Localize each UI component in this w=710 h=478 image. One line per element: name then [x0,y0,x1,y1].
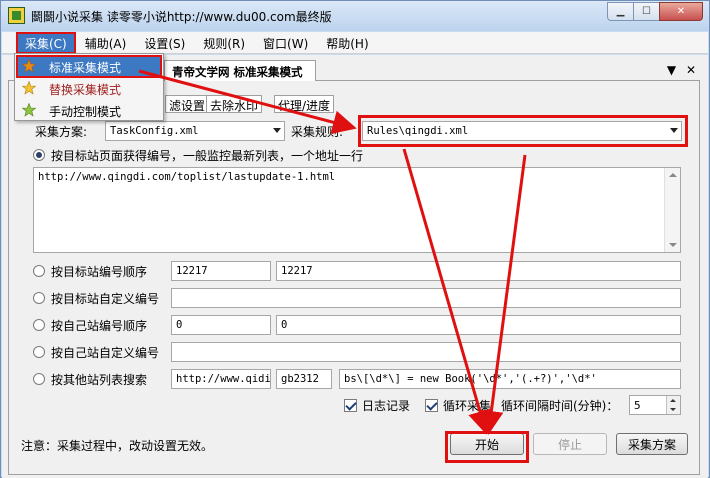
log-checkbox[interactable] [344,399,357,412]
menu-rules[interactable]: 规则(R) [194,32,254,54]
app-window: 鬬鬬小说采集 读零零小说http://www.du00.com最终版 ▁ ☐ ✕… [0,0,710,478]
interval-value: 5 [634,399,641,412]
document-tab-controls: ▼ ✕ [667,63,696,77]
menu-item-label: 手动控制模式 [49,105,122,119]
menu-assist[interactable]: 辅助(A) [76,32,136,54]
tab-proxy-progress[interactable]: 代理/进度 [274,95,335,113]
menu-window[interactable]: 窗口(W) [254,32,317,54]
menu-bar: 采集(C) 辅助(A) 设置(S) 规则(R) 窗口(W) 帮助(H) [2,32,708,54]
radio-own-custom[interactable] [33,346,45,358]
menu-collect[interactable]: 采集(C) [16,32,76,54]
target-custom-input[interactable] [171,288,681,308]
close-icon[interactable]: ✕ [659,2,703,21]
target-custom-label: 按目标站自定义编号 [51,292,160,306]
radio-target-seq[interactable] [33,265,45,277]
loop-label: 循环采集 [443,399,492,413]
other-search-label: 按其他站列表搜索 [51,373,148,387]
tab-qingdi-standard[interactable]: 青帝文学网 标准采集模式 [164,60,316,81]
interval-spinner[interactable]: 5 [629,395,681,415]
list-mode-label: 按目标站页面获得编号，一般监控最新列表，一个地址一行 [51,149,364,163]
target-seq-label: 按目标站编号顺序 [51,265,148,279]
target-seq-to-input[interactable]: 12217 [276,261,681,281]
interval-label: 循环间隔时间(分钟)： [501,399,619,413]
spinner-buttons[interactable] [666,396,680,414]
menu-help[interactable]: 帮助(H) [317,32,377,54]
window-title: 鬬鬬小说采集 读零零小说http://www.du00.com最终版 [31,10,332,24]
rule-select[interactable]: Rules\qingdi.xml [362,121,682,141]
tab-filter-settings[interactable]: 滤设置 [165,95,210,113]
notice-text: 注意：采集过程中，改动设置无效。 [21,439,214,453]
collect-menu-dropdown: 标准采集模式 替换采集模式 手动控制模式 [14,53,164,121]
tab-list-icon[interactable]: ▼ [667,63,676,77]
chevron-down-icon [273,128,281,133]
menu-item-label: 替换采集模式 [49,83,122,97]
own-seq-from-input[interactable]: 0 [171,315,271,335]
own-custom-label: 按自己站自定义编号 [51,346,160,360]
url-list-text: http://www.qingdi.com/toplist/lastupdate… [38,171,336,183]
star-icon [22,59,36,73]
scroll-up-icon[interactable] [669,173,677,177]
maximize-icon[interactable]: ☐ [633,2,659,21]
title-bar[interactable]: 鬬鬬小说采集 读零零小说http://www.du00.com最终版 ▁ ☐ ✕ [1,1,709,31]
url-list-textarea[interactable]: http://www.qingdi.com/toplist/lastupdate… [33,167,681,253]
scheme-select[interactable]: TaskConfig.xml [105,121,285,141]
tab-close-icon[interactable]: ✕ [686,63,696,77]
other-search-pattern-input[interactable]: bs\[\d*\] = new Book('\d*','(.+?)','\d*' [339,369,681,389]
scheme-select-value: TaskConfig.xml [110,125,199,137]
minimize-icon[interactable]: ▁ [607,2,633,21]
own-custom-input[interactable] [171,342,681,362]
radio-list-mode[interactable] [33,149,45,161]
scheme-button[interactable]: 采集方案 [616,433,688,455]
textarea-scrollbar[interactable] [664,168,680,252]
tab-remove-watermark[interactable]: 去除水印 [206,95,263,113]
star-icon [22,81,36,95]
spin-down-icon[interactable] [670,408,676,411]
scroll-down-icon[interactable] [669,243,677,247]
radio-other-search[interactable] [33,373,45,385]
rule-label: 采集规则: [291,125,344,139]
target-seq-from-input[interactable]: 12217 [171,261,271,281]
radio-target-custom[interactable] [33,292,45,304]
own-seq-to-input[interactable]: 0 [276,315,681,335]
other-search-encoding-input[interactable]: gb2312 [276,369,332,389]
star-icon [22,103,36,117]
stop-button[interactable]: 停止 [533,433,607,455]
collect-panel: 滤设置 去除水印 代理/进度 采集方案: TaskConfig.xml 采集规则… [8,81,700,475]
own-seq-label: 按自己站编号顺序 [51,319,148,333]
spin-up-icon[interactable] [670,399,676,402]
rule-select-value: Rules\qingdi.xml [367,125,469,137]
menu-item-standard-mode[interactable]: 标准采集模式 [16,55,162,78]
chevron-down-icon [670,128,678,133]
menu-settings[interactable]: 设置(S) [135,32,194,54]
loop-checkbox[interactable] [425,399,438,412]
menu-item-manual-mode[interactable]: 手动控制模式 [17,100,161,121]
app-logo-icon [8,7,25,24]
start-button[interactable]: 开始 [450,433,524,455]
menu-item-label: 标准采集模式 [49,61,122,75]
other-search-url-input[interactable]: http://www.qidis [171,369,271,389]
log-label: 日志记录 [362,399,411,413]
scheme-label: 采集方案: [35,125,88,139]
menu-item-replace-mode[interactable]: 替换采集模式 [17,78,161,99]
radio-own-seq[interactable] [33,319,45,331]
window-controls: ▁ ☐ ✕ [607,2,703,21]
